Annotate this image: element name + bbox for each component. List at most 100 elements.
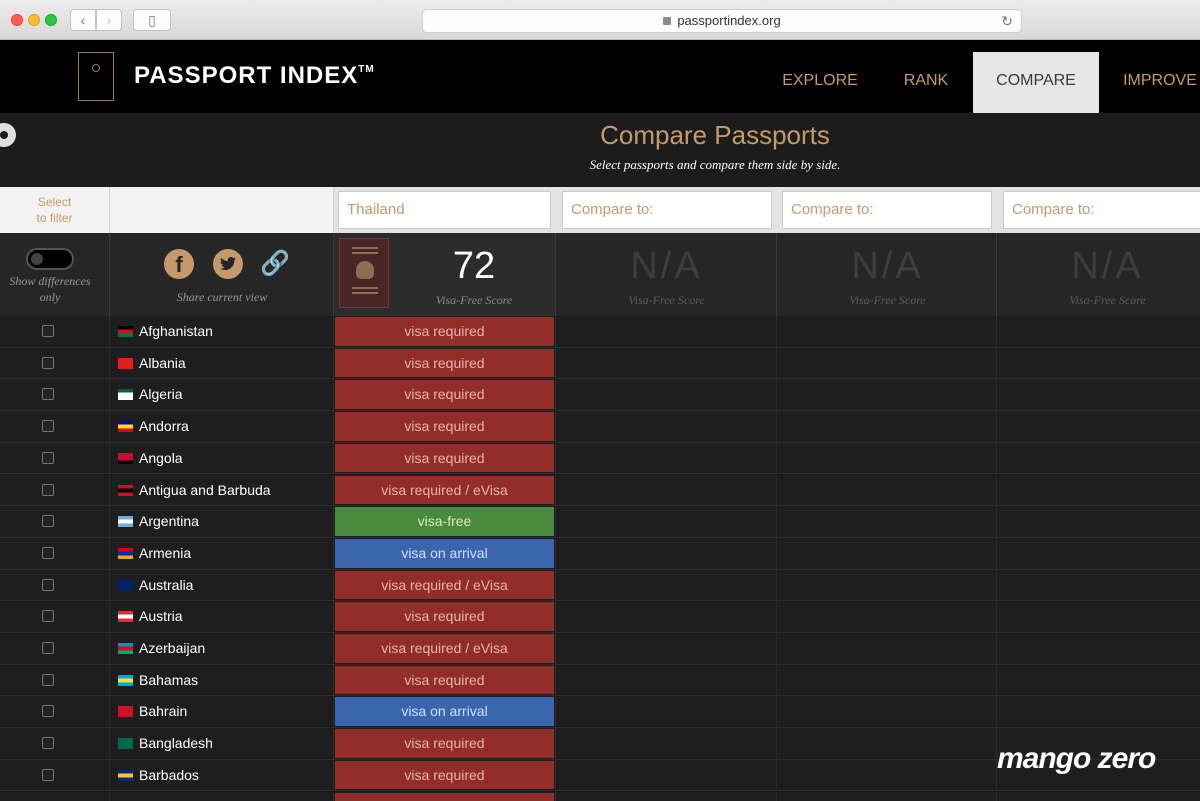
filter-checkbox[interactable]	[42, 705, 54, 718]
filter-checkbox[interactable]	[42, 451, 54, 464]
filter-checkbox[interactable]	[42, 515, 54, 528]
nav-compare[interactable]: COMPARE	[973, 52, 1099, 113]
table-row: Angola visa required	[0, 442, 1200, 475]
country-flag-icon	[118, 516, 133, 528]
passport-selector-row: Select to filter Thailand Compare to: Com…	[0, 187, 1200, 233]
page-subtitle: Select passports and compare them side b…	[589, 157, 841, 172]
country-name[interactable]: Armenia	[139, 545, 191, 561]
visa-status: visa required	[335, 412, 554, 441]
visa-status: visa required	[335, 317, 554, 346]
country-flag-icon	[118, 326, 133, 337]
passport-4-input[interactable]: Compare to:	[1003, 191, 1200, 229]
filter-checkbox[interactable]	[42, 768, 54, 781]
table-row: Argentina visa-free	[0, 506, 1200, 538]
table-row: Algeria visa required	[0, 379, 1200, 412]
visa-status: visa required / eVisa	[335, 634, 554, 663]
country-name[interactable]: Antigua and Barbuda	[139, 482, 271, 498]
country-name[interactable]: Bahamas	[139, 672, 198, 688]
passport-3-input[interactable]: Compare to:	[782, 191, 992, 229]
visa-status: visa on arrival	[335, 697, 554, 727]
country-flag-icon	[118, 484, 133, 496]
country-name[interactable]: Azerbaijan	[139, 640, 205, 656]
country-name[interactable]: Angola	[139, 450, 183, 466]
table-row: Bahrain visa on arrival	[0, 696, 1200, 729]
country-flag-icon	[118, 421, 133, 433]
visa-status: visa required / eVisa	[335, 570, 554, 600]
table-row: Austria visa required	[0, 601, 1200, 633]
filter-checkbox[interactable]	[42, 642, 54, 654]
country-name[interactable]: Bangladesh	[139, 735, 213, 751]
show-differences-toggle[interactable]	[26, 248, 74, 270]
filter-checkbox[interactable]	[42, 673, 54, 686]
site-header: PASSPORT INDEXTM EXPLORE RANK COMPARE IM…	[0, 40, 1200, 113]
nav-improve[interactable]: IMPROVE	[1105, 52, 1200, 113]
country-flag-icon	[118, 357, 133, 369]
table-row: Armenia visa on arrival	[0, 537, 1200, 570]
close-window-button[interactable]	[11, 14, 23, 26]
filter-checkbox[interactable]	[42, 420, 54, 433]
visa-status: visa required	[335, 380, 554, 410]
country-name[interactable]: Albania	[139, 355, 186, 371]
thailand-passport-image	[339, 238, 389, 308]
twitter-icon[interactable]	[213, 249, 243, 279]
country-name[interactable]: Andorra	[139, 418, 189, 434]
country-flag-icon	[118, 674, 133, 686]
filter-checkbox[interactable]	[42, 325, 54, 337]
country-flag-icon	[118, 389, 133, 401]
country-name[interactable]: Afghanistan	[139, 323, 213, 339]
filter-checkbox[interactable]	[42, 356, 54, 369]
country-name[interactable]: Austria	[139, 608, 183, 624]
filter-checkbox[interactable]	[42, 546, 54, 559]
visa-status: visa required	[335, 665, 554, 695]
address-bar[interactable]: passportindex.org ↻	[422, 9, 1022, 33]
table-row: Australia visa required / eVisa	[0, 569, 1200, 602]
title-band: Compare Passports Select passports and c…	[0, 113, 1200, 187]
filter-checkbox[interactable]	[42, 610, 54, 623]
zoom-window-button[interactable]	[45, 14, 57, 26]
link-icon[interactable]: 🔗	[260, 249, 290, 279]
table-row: Belarusvisa required	[0, 791, 1200, 801]
passport-logo-icon[interactable]	[78, 52, 114, 101]
score-na: N/A	[851, 245, 924, 287]
passport-1-input[interactable]: Thailand	[338, 191, 551, 229]
score-na: N/A	[1071, 245, 1144, 287]
watermark-logo: mango zero	[997, 742, 1156, 775]
url-text: passportindex.org	[677, 13, 781, 28]
score-row: Show differences only f 🔗 Share current v…	[0, 233, 1200, 316]
facebook-icon[interactable]: f	[164, 249, 194, 279]
filter-checkbox[interactable]	[42, 388, 54, 401]
reload-icon[interactable]: ↻	[1001, 10, 1013, 32]
visa-free-score-label: Visa-Free Score	[435, 293, 513, 307]
visa-status: visa required	[335, 348, 554, 378]
brand-title[interactable]: PASSPORT INDEXTM	[134, 62, 375, 90]
country-name[interactable]: Australia	[139, 577, 193, 593]
visa-status: visa-free	[335, 507, 554, 536]
country-name[interactable]: Barbados	[139, 767, 199, 783]
country-table: Afghanistan visa required Albania visa requ…	[0, 316, 1200, 801]
minimize-window-button[interactable]	[28, 14, 40, 26]
table-row: Azerbaijan visa required / eVisa	[0, 633, 1200, 665]
nav-explore[interactable]: EXPLORE	[764, 52, 876, 113]
table-row: Bahamas visa required	[0, 664, 1200, 697]
country-name[interactable]: Bahrain	[139, 703, 187, 719]
visa-status: visa required	[335, 729, 554, 758]
score-na: N/A	[630, 245, 703, 287]
visa-status: visa required	[335, 443, 554, 473]
passport-2-input[interactable]: Compare to:	[562, 191, 772, 229]
visa-status: visa required / eVisa	[335, 475, 554, 505]
filter-checkbox[interactable]	[42, 578, 54, 591]
lock-icon	[663, 17, 672, 25]
filter-checkbox[interactable]	[42, 483, 54, 496]
table-row: Antigua and Barbuda visa required / eVisa	[0, 474, 1200, 507]
country-flag-icon	[118, 738, 133, 750]
show-differences-label: Show differences only	[9, 274, 91, 304]
country-name[interactable]: Algeria	[139, 386, 183, 402]
visa-status: visa on arrival	[335, 538, 554, 568]
page-title: Compare Passports	[600, 120, 830, 150]
forward-button[interactable]: ›	[96, 9, 122, 31]
back-button[interactable]: ‹	[70, 9, 96, 31]
nav-rank[interactable]: RANK	[882, 52, 970, 113]
sidebar-toggle-icon[interactable]: ▯	[133, 9, 171, 31]
filter-checkbox[interactable]	[42, 737, 54, 750]
country-name[interactable]: Argentina	[139, 513, 199, 529]
